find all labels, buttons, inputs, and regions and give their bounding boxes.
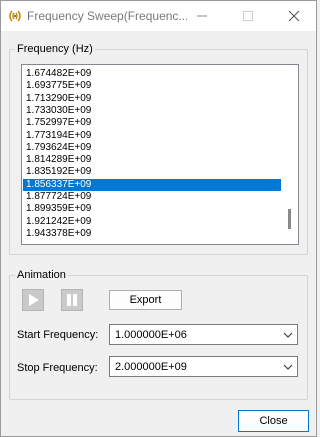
frequency-listbox[interactable]: 1.674482E+09 1.693775E+09 1.713290E+09 1.73…: [21, 64, 299, 245]
close-icon: [288, 10, 300, 22]
list-item[interactable]: 1.814289E+09: [23, 154, 281, 166]
list-item[interactable]: 1.899359E+09: [23, 203, 281, 215]
pause-button[interactable]: [61, 289, 83, 311]
stop-frequency-value: 2.000000E+09: [115, 361, 187, 373]
export-button[interactable]: Export: [109, 290, 182, 310]
play-button[interactable]: [22, 289, 44, 311]
stop-frequency-label: Stop Frequency:: [17, 362, 98, 374]
list-item[interactable]: 1.921242E+09: [23, 216, 281, 228]
list-item[interactable]: 1.693775E+09: [23, 80, 281, 92]
list-item[interactable]: 1.835192E+09: [23, 166, 281, 178]
stop-frequency-select[interactable]: 2.000000E+09: [109, 356, 298, 377]
list-item[interactable]: 1.877724E+09: [23, 191, 281, 203]
dialog-window: Frequency Sweep(Frequenc... Frequency (H…: [0, 0, 317, 437]
list-item[interactable]: 1.773194E+09: [23, 130, 281, 142]
title-bar[interactable]: Frequency Sweep(Frequenc...: [1, 1, 316, 31]
list-item[interactable]: 1.713290E+09: [23, 93, 281, 105]
app-icon: [7, 9, 23, 23]
maximize-button[interactable]: [225, 1, 271, 31]
frequency-group-label: Frequency (Hz): [15, 43, 95, 55]
animation-group-label: Animation: [15, 269, 68, 281]
list-item[interactable]: 1.943378E+09: [23, 228, 281, 240]
list-item-selected[interactable]: 1.856337E+09: [23, 178, 281, 191]
scrollbar-thumb[interactable]: [288, 209, 291, 229]
list-item[interactable]: 1.793624E+09: [23, 142, 281, 154]
window-title: Frequency Sweep(Frequenc...: [27, 9, 187, 23]
list-item[interactable]: 1.674482E+09: [23, 68, 281, 80]
start-frequency-label: Start Frequency:: [17, 329, 99, 341]
minimize-button[interactable]: [179, 1, 225, 31]
maximize-icon: [243, 11, 253, 21]
start-frequency-value: 1.000000E+06: [115, 329, 187, 341]
list-item[interactable]: 1.733030E+09: [23, 105, 281, 117]
start-frequency-select[interactable]: 1.000000E+06: [109, 324, 298, 345]
minimize-icon: [197, 15, 207, 17]
chevron-down-icon: [283, 332, 293, 338]
list-item[interactable]: 1.752997E+09: [23, 117, 281, 129]
listbox-scrollbar[interactable]: [281, 65, 298, 244]
chevron-down-icon: [283, 364, 293, 370]
close-button[interactable]: Close: [238, 410, 309, 432]
pause-icon: [67, 294, 77, 306]
close-window-button[interactable]: [271, 1, 317, 31]
play-icon: [29, 294, 39, 306]
